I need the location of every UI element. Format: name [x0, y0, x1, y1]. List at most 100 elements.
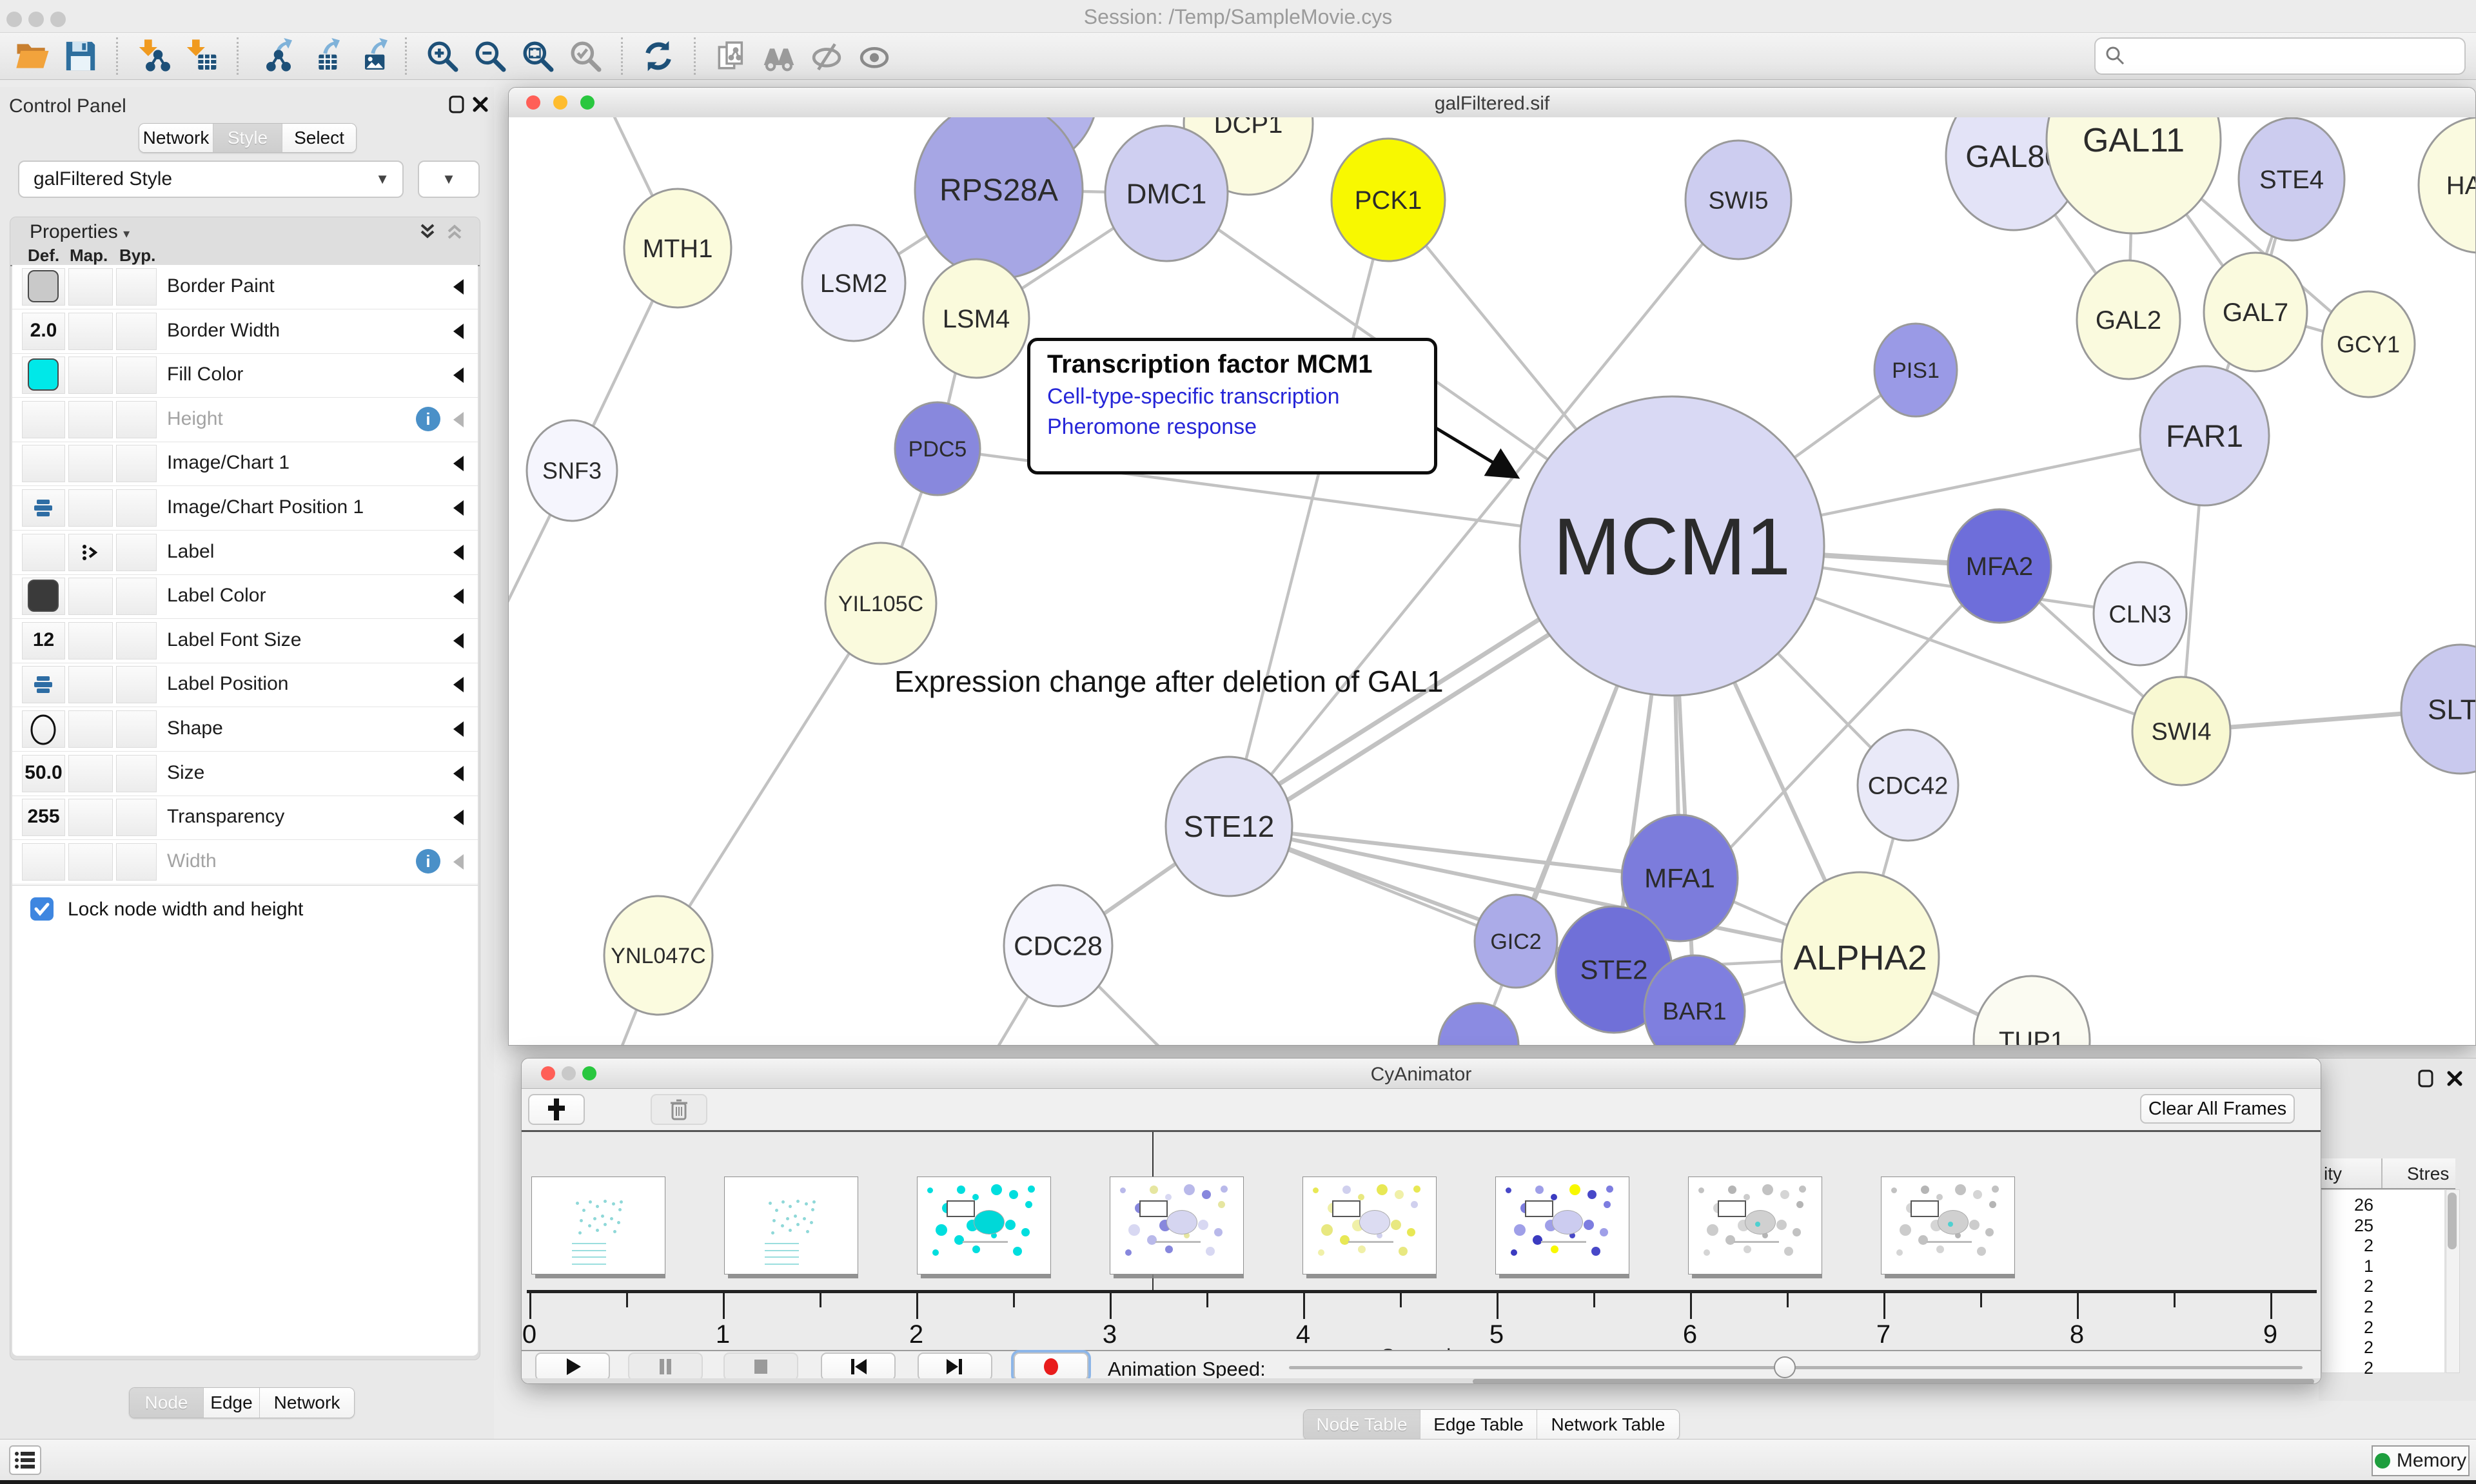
network-node-alpha2[interactable]: ALPHA2 [1782, 872, 1939, 1042]
property-row-fill-color[interactable]: Fill Color [12, 353, 478, 398]
annotation-link[interactable]: Pheromone response [1047, 415, 1434, 440]
tab-network[interactable]: Network [260, 1388, 354, 1418]
close-panel-icon[interactable] [471, 95, 490, 114]
network-node-mcm1[interactable]: MCM1 [1520, 396, 1824, 696]
network-node-gal2[interactable]: GAL2 [2077, 260, 2180, 379]
pause-button[interactable] [628, 1352, 703, 1381]
expand-property-icon[interactable] [453, 633, 464, 649]
property-cell[interactable] [68, 489, 113, 527]
color-swatch[interactable] [28, 270, 59, 302]
expand-property-icon[interactable] [453, 500, 464, 516]
network-node-pis1[interactable]: PIS1 [1874, 324, 1957, 416]
cyanimator-titlebar[interactable]: CyAnimator [522, 1059, 2321, 1089]
frame-thumbnail-2[interactable] [724, 1176, 858, 1274]
property-cell[interactable] [68, 578, 113, 615]
network-node-cln3[interactable]: CLN3 [2094, 562, 2186, 665]
property-cell[interactable] [116, 445, 157, 482]
zoom-selected-icon[interactable] [567, 37, 604, 75]
network-node-gic2[interactable]: GIC2 [1475, 895, 1557, 988]
tab-network[interactable]: Network [139, 124, 213, 152]
network-node-swi5[interactable]: SWI5 [1685, 141, 1791, 259]
network-node-swi4[interactable]: SWI4 [2132, 677, 2230, 785]
zoom-fit-icon[interactable] [519, 37, 556, 75]
results-cell[interactable]: 26 [2322, 1195, 2373, 1215]
discrete-mapping-icon[interactable] [80, 543, 99, 565]
results-cell[interactable]: 2 [2322, 1297, 2373, 1317]
skip-end-button[interactable] [918, 1352, 992, 1381]
search-input[interactable] [2127, 44, 2464, 68]
property-row-border-paint[interactable]: Border Paint [12, 265, 478, 309]
network-node-mth1[interactable]: MTH1 [624, 189, 731, 308]
property-row-label-font-size[interactable]: 12Label Font Size [12, 619, 478, 663]
tab-node[interactable]: Node [130, 1388, 204, 1418]
expand-all-icon[interactable] [418, 222, 437, 240]
property-row-width[interactable]: Widthi [12, 840, 478, 884]
property-cell[interactable] [68, 445, 113, 482]
expand-property-icon[interactable] [453, 456, 464, 471]
property-row-shape[interactable]: Shape [12, 707, 478, 752]
network-window-titlebar[interactable]: galFiltered.sif [509, 88, 2475, 118]
mcm1-annotation[interactable]: Transcription factor MCM1 Cell-type-spec… [1027, 338, 1437, 474]
property-cell[interactable] [116, 622, 157, 659]
property-cell[interactable] [116, 578, 157, 615]
frame-thumbnail-1[interactable] [531, 1176, 665, 1274]
network-node-ynl047c[interactable]: YNL047C [604, 896, 712, 1015]
network-node-nodex[interactable] [1439, 1003, 1518, 1046]
expand-property-icon[interactable] [453, 324, 464, 339]
property-cell[interactable] [68, 268, 113, 306]
expand-property-icon[interactable] [453, 279, 464, 295]
tab-select[interactable]: Select [282, 124, 356, 152]
property-cell[interactable] [116, 356, 157, 394]
property-cell[interactable] [116, 313, 157, 350]
position-icon[interactable] [34, 676, 53, 697]
speed-slider-track[interactable] [1289, 1366, 2303, 1369]
property-row-transparency[interactable]: 255Transparency [12, 796, 478, 840]
play-button[interactable] [535, 1352, 610, 1381]
show-eye-icon[interactable] [856, 37, 893, 75]
float-panel-icon[interactable] [2417, 1069, 2436, 1088]
import-network-icon[interactable] [135, 37, 172, 75]
property-cell[interactable] [22, 843, 65, 881]
results-cell[interactable]: 25 [2322, 1216, 2373, 1236]
property-cell[interactable] [68, 313, 113, 350]
property-row-image-chart-1[interactable]: Image/Chart 1 [12, 442, 478, 486]
property-cell[interactable] [68, 843, 113, 881]
network-edge[interactable] [658, 603, 881, 955]
open-session-icon[interactable] [14, 37, 52, 75]
property-row-size[interactable]: 50.0Size [12, 752, 478, 796]
float-panel-icon[interactable] [447, 95, 467, 114]
network-node-rps28a[interactable]: RPS28A [915, 117, 1083, 278]
expand-property-icon[interactable] [453, 589, 464, 604]
add-frame-button[interactable] [528, 1094, 585, 1125]
property-row-border-width[interactable]: 2.0Border Width [12, 309, 478, 354]
close-panel-icon[interactable] [2445, 1069, 2464, 1088]
property-cell[interactable] [116, 489, 157, 527]
tab-edge[interactable]: Edge [204, 1388, 260, 1418]
search-box[interactable] [2094, 37, 2466, 75]
frame-thumbnail-6[interactable] [1495, 1176, 1629, 1274]
frame-thumbnail-8[interactable] [1881, 1176, 2015, 1274]
property-cell[interactable] [22, 445, 65, 482]
property-cell[interactable] [22, 534, 65, 571]
position-icon[interactable] [34, 499, 53, 520]
property-cell[interactable] [116, 843, 157, 881]
save-session-icon[interactable] [62, 37, 99, 75]
property-cell[interactable] [116, 401, 157, 438]
property-cell[interactable] [68, 799, 113, 836]
stop-button[interactable] [723, 1352, 798, 1381]
refresh-icon[interactable] [640, 37, 677, 75]
property-cell[interactable] [68, 755, 113, 792]
column-header[interactable]: Stres [2407, 1164, 2449, 1184]
frame-thumbnail-7[interactable] [1688, 1176, 1822, 1274]
network-node-gal7[interactable]: GAL7 [2204, 253, 2307, 371]
task-history-button[interactable] [9, 1445, 41, 1475]
property-cell[interactable] [68, 356, 113, 394]
clear-all-frames-button[interactable]: Clear All Frames [2140, 1094, 2295, 1124]
network-node-cdc28[interactable]: CDC28 [1004, 885, 1112, 1006]
export-image-icon[interactable] [351, 37, 388, 75]
frame-thumbnail-5[interactable] [1302, 1176, 1437, 1274]
property-cell[interactable] [68, 401, 113, 438]
network-node-ste4[interactable]: STE4 [2239, 118, 2344, 240]
tab-edge-table[interactable]: Edge Table [1420, 1410, 1537, 1440]
results-cell[interactable]: 2 [2322, 1358, 2373, 1378]
